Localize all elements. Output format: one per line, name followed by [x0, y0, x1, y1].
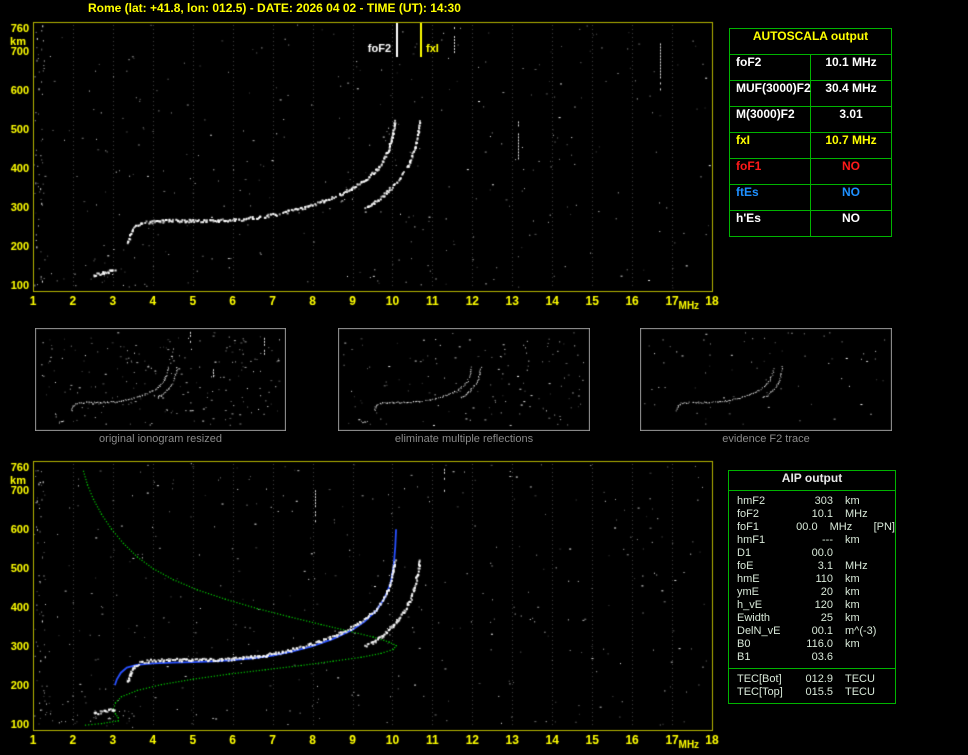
- aip-param-unit: km: [845, 495, 860, 507]
- aip-param-label: ymE: [737, 586, 759, 598]
- aip-row-tec-top: TEC[Top] 015.5 TECU: [737, 686, 895, 699]
- ionogram-plot: [0, 16, 725, 322]
- aip-param-value: 015.5: [805, 686, 833, 698]
- aip-param-label: B0: [737, 638, 751, 650]
- aip-table-body: hmF2 303 km foF2 10.1 MHz foF1 00.0 MHz [PN] hm…: [729, 491, 895, 703]
- aip-row-foe: foE 3.1 MHz: [737, 560, 895, 573]
- aip-param-value: 00.1: [811, 625, 833, 637]
- aip-param-unit: MHz: [829, 521, 853, 533]
- aip-param-unit: km: [845, 638, 860, 650]
- aip-row-b1: B1 03.6: [737, 651, 895, 664]
- aip-param-unit: MHz: [845, 508, 868, 520]
- param-label: M(3000)F2: [730, 107, 811, 132]
- aip-param-value: 20: [820, 586, 833, 598]
- aip-param-unit: [845, 547, 883, 560]
- param-label: foF2: [730, 55, 811, 80]
- thumbnail-caption-3: evidence F2 trace: [722, 433, 810, 445]
- aip-param-label: foF2: [737, 508, 760, 520]
- aip-param-unit: TECU: [845, 673, 875, 685]
- aip-row-delnve: DelN_vE 00.1 m^(-3): [737, 625, 895, 638]
- aip-param-value: 03.6: [811, 651, 833, 663]
- thumbnail-caption-2: eliminate multiple reflections: [394, 433, 534, 445]
- aip-param-unit: km: [845, 599, 860, 611]
- aip-param-value: 110: [815, 573, 833, 585]
- aip-param-value: 120: [814, 599, 833, 611]
- station-date-time-title: Rome (lat: +41.8, lon: 012.5) - DATE: 20…: [88, 1, 461, 15]
- param-value: NO: [842, 185, 860, 199]
- autoscala-row-fxi: fxI 10.7 MHz: [730, 133, 891, 159]
- aip-row-fof1: foF1 00.0 MHz [PN]: [737, 521, 895, 534]
- aip-param-value: 00.0: [796, 521, 818, 533]
- aip-param-label: B1: [737, 651, 751, 663]
- aip-param-value: 25: [820, 612, 833, 624]
- param-label: fxI: [730, 133, 811, 158]
- aip-param-unit: km: [845, 612, 860, 624]
- aip-param-unit: [845, 651, 883, 664]
- aip-param-value: 012.9: [805, 673, 833, 685]
- param-label: ftEs: [730, 185, 811, 210]
- aip-param-unit: m^(-3): [845, 625, 877, 637]
- aip-param-value: ---: [822, 534, 833, 546]
- autoscala-row-muf3000f2: MUF(3000)F2 30.4 MHz: [730, 81, 891, 107]
- aip-param-unit: TECU: [845, 686, 875, 698]
- aip-param-unit: km: [845, 573, 860, 585]
- thumbnail-original-ionogram: [35, 328, 286, 431]
- aip-param-label: foF1: [737, 521, 760, 533]
- autoscala-table-header: AUTOSCALA output: [730, 29, 891, 55]
- thumbnail-f2-trace-evidence: [640, 328, 892, 431]
- autoscala-row-fof2: foF2 10.1 MHz: [730, 55, 891, 81]
- param-label: foF1: [730, 159, 811, 184]
- param-label: h'Es: [730, 211, 811, 236]
- aip-param-label: D1: [737, 547, 752, 559]
- aip-row-fof2: foF2 10.1 MHz: [737, 508, 895, 521]
- aip-param-unit: MHz: [845, 560, 868, 572]
- aip-table-header: AIP output: [729, 471, 895, 491]
- param-label: MUF(3000)F2: [730, 81, 811, 106]
- autoscala-screen: { "title": "Rome (lat: +41.8, lon: 012.5…: [0, 0, 968, 755]
- aip-row-hmf2: hmF2 303 km: [737, 495, 895, 508]
- aip-param-label: foE: [737, 560, 754, 572]
- aip-row-hmf1: hmF1 --- km: [737, 534, 895, 547]
- thumbnail-multiples-removed: [338, 328, 590, 431]
- autoscala-row-m3000f2: M(3000)F2 3.01: [730, 107, 891, 133]
- aip-row-b0: B0 116.0 km: [737, 638, 895, 651]
- aip-param-value: 00.0: [811, 547, 833, 559]
- aip-param-label: TEC[Bot]: [737, 673, 782, 685]
- aip-param-value: 3.1: [817, 560, 833, 572]
- aip-param-label: TEC[Top]: [737, 686, 783, 698]
- aip-row-yme: ymE 20 km: [737, 586, 895, 599]
- aip-param-note: [PN]: [873, 521, 895, 533]
- aip-row-ewidth: Ewidth 25 km: [737, 612, 895, 625]
- aip-param-value: 116.0: [806, 638, 833, 650]
- autoscala-output-table: AUTOSCALA output foF2 10.1 MHz MUF(3000)…: [729, 28, 892, 237]
- autoscala-row-fof1: foF1 NO: [730, 159, 891, 185]
- aip-param-unit: km: [845, 534, 860, 546]
- aip-param-label: h_vE: [737, 599, 763, 611]
- thumbnail-caption-1: original ionogram resized: [99, 433, 222, 445]
- aip-row-tec-bot: TEC[Bot] 012.9 TECU: [737, 673, 895, 686]
- aip-param-value: 303: [814, 495, 833, 507]
- autoscala-row-hes: h'Es NO: [730, 211, 891, 236]
- profile-ionogram-plot: [0, 455, 725, 755]
- aip-tec-separator: [729, 668, 895, 669]
- param-value: 10.7 MHz: [825, 133, 877, 147]
- param-value: 3.01: [839, 107, 863, 121]
- param-value: NO: [842, 159, 860, 173]
- param-value: NO: [842, 211, 860, 225]
- param-value: 10.1 MHz: [825, 55, 877, 69]
- aip-param-unit: km: [845, 586, 860, 598]
- aip-param-label: hmE: [737, 573, 760, 585]
- aip-param-label: DelN_vE: [737, 625, 781, 637]
- aip-output-table: AIP output hmF2 303 km foF2 10.1 MHz foF1 00.…: [728, 470, 896, 704]
- aip-param-value: 10.1: [811, 508, 833, 520]
- aip-row-hme: hmE 110 km: [737, 573, 895, 586]
- autoscala-row-ftes: ftEs NO: [730, 185, 891, 211]
- aip-row-d1: D1 00.0: [737, 547, 895, 560]
- aip-param-label: hmF1: [737, 534, 766, 546]
- aip-row-hve: h_vE 120 km: [737, 599, 895, 612]
- param-value: 30.4 MHz: [825, 81, 877, 95]
- aip-param-label: Ewidth: [737, 612, 771, 624]
- aip-param-label: hmF2: [737, 495, 766, 507]
